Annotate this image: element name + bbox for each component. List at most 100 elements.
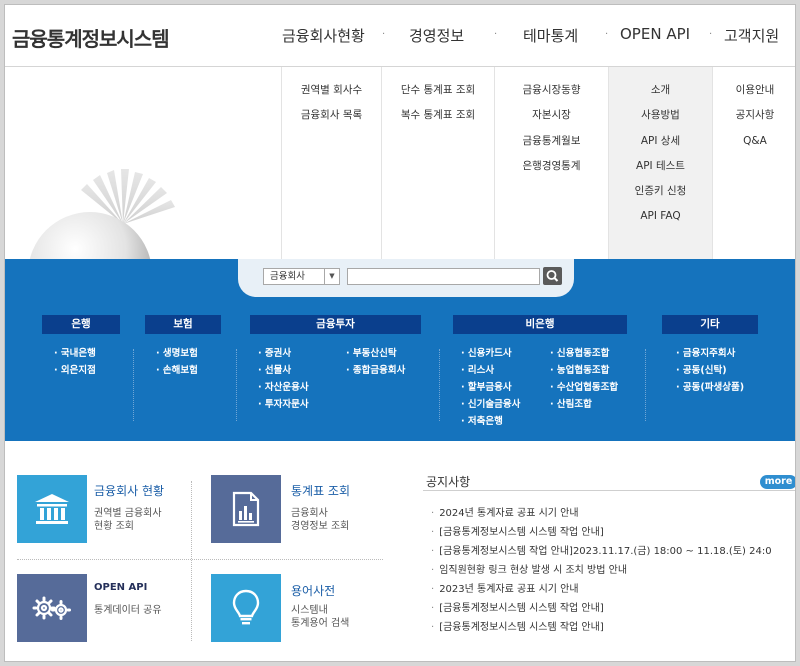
nav-separator: · <box>382 29 386 40</box>
notice-item[interactable]: · 2023년 통계자료 공표 시기 안내 <box>431 580 795 599</box>
bullet: · <box>431 584 435 595</box>
link-agri-coop[interactable]: · 농업협동조합 <box>550 362 609 376</box>
notice-item[interactable]: · [금융통계정보시스템 시스템 작업 안내] <box>431 523 795 542</box>
notice-item[interactable]: · 임직원현황 링크 현상 발생 시 조치 방법 안내 <box>431 561 795 580</box>
link-asset-management[interactable]: · 자산운용사 <box>258 379 309 393</box>
menu-item-regional-count[interactable]: 권역별 회사수 <box>282 78 381 103</box>
link-credit-card[interactable]: · 신용카드사 <box>461 345 512 359</box>
menu-item-multi-table[interactable]: 복수 통계표 조회 <box>382 103 494 128</box>
link-real-estate-trust[interactable]: · 부동산신탁 <box>346 345 397 359</box>
lightbulb-icon <box>232 589 260 625</box>
menu-col-theme: 금융시장동향 자본시장 금융통계월보 은행경영통계 <box>494 67 608 259</box>
category-band: 금융회사 ▼ 은행 보험 금융투자 비은행 기타 · 국내은행 · 외은지점 ·… <box>5 259 795 441</box>
menu-item-api-detail[interactable]: API 상세 <box>609 129 712 154</box>
menu-item-api-test[interactable]: API 테스트 <box>609 154 712 179</box>
menu-item-qna[interactable]: Q&A <box>713 129 795 154</box>
quick-company-status-desc: 권역별 금융회사 현황 조회 <box>94 508 162 532</box>
search-type-value: 금융회사 <box>270 271 305 282</box>
nav-theme-stats[interactable]: 테마통계 <box>523 25 578 46</box>
notice-list: · 2024년 통계자료 공표 시기 안내 · [금융통계정보시스템 시스템 작업 … <box>431 504 795 637</box>
site-logo[interactable]: 금융통계정보시스템 <box>12 23 170 52</box>
search-type-select[interactable]: 금융회사 ▼ <box>263 268 340 285</box>
header: 금융통계정보시스템 금융회사현황 · 경영정보 · 테마통계 · OPEN AP… <box>5 5 795 67</box>
notice-title: 공지사항 <box>426 475 471 489</box>
menu-item-usage[interactable]: 사용방법 <box>609 103 712 128</box>
menu-col-company: 권역별 회사수 금융회사 목록 <box>281 67 381 259</box>
menu-item-notice[interactable]: 공지사항 <box>713 103 795 128</box>
category-nonbank-header[interactable]: 비은행 <box>453 315 627 334</box>
bullet: · <box>431 603 435 614</box>
divider <box>191 481 192 641</box>
category-bank-header[interactable]: 은행 <box>42 315 120 334</box>
notice-item[interactable]: · [금융통계정보시스템 작업 안내]2023.11.17.(금) 18:00 ~… <box>431 542 795 561</box>
quick-glossary-title[interactable]: 용어사전 <box>291 582 335 599</box>
category-invest-header[interactable]: 금융투자 <box>250 315 421 334</box>
bullet: · <box>431 527 435 538</box>
link-futures[interactable]: · 선물사 <box>258 362 291 376</box>
notice-item[interactable]: · 2024년 통계자료 공표 시기 안내 <box>431 504 795 523</box>
menu-item-monthly-stats[interactable]: 금융통계월보 <box>495 129 608 154</box>
notice-item[interactable]: · [금융통계정보시스템 시스템 작업 안내] <box>431 618 795 637</box>
nav-company-status[interactable]: 금융회사현황 <box>282 25 365 46</box>
page: 금융통계정보시스템 금융회사현황 · 경영정보 · 테마통계 · OPEN AP… <box>4 4 796 662</box>
nav-separator: · <box>494 29 498 40</box>
menu-item-capital-market[interactable]: 자본시장 <box>495 103 608 128</box>
bank-building-icon <box>35 494 69 524</box>
link-nonlife-insurance[interactable]: · 손해보험 <box>156 362 198 376</box>
nav-open-api[interactable]: OPEN API <box>620 25 690 43</box>
quick-open-api-title[interactable]: OPEN API <box>94 582 147 593</box>
link-foreign-branch[interactable]: · 외은지점 <box>54 362 96 376</box>
quick-open-api-tile[interactable] <box>17 574 87 642</box>
menu-item-company-list[interactable]: 금융회사 목록 <box>282 103 381 128</box>
nav-customer-support[interactable]: 고객지원 <box>724 25 779 46</box>
link-domestic-bank[interactable]: · 국내은행 <box>54 345 96 359</box>
menu-item-auth-key[interactable]: 인증키 신청 <box>609 179 712 204</box>
menu-item-guide[interactable]: 이용안내 <box>713 78 795 103</box>
menu-item-intro[interactable]: 소개 <box>609 78 712 103</box>
quick-company-status-title[interactable]: 금융회사 현황 <box>94 482 164 499</box>
search-button[interactable] <box>543 267 562 285</box>
menu-item-single-table[interactable]: 단수 통계표 조회 <box>382 78 494 103</box>
link-new-tech-finance[interactable]: · 신기술금융사 <box>461 396 520 410</box>
link-common-derivatives[interactable]: · 공동(파생상품) <box>676 379 744 393</box>
nav-management-info[interactable]: 경영정보 <box>409 25 464 46</box>
link-savings-bank[interactable]: · 저축은행 <box>461 413 503 427</box>
quick-table-query-title[interactable]: 통계표 조회 <box>291 482 350 499</box>
chevron-down-icon[interactable]: ▼ <box>324 269 339 284</box>
link-life-insurance[interactable]: · 생명보험 <box>156 345 198 359</box>
quick-table-query-tile[interactable] <box>211 475 281 543</box>
link-financial-holding[interactable]: · 금융지주회사 <box>676 345 735 359</box>
menu-col-management: 단수 통계표 조회 복수 통계표 조회 <box>381 67 494 259</box>
mega-menu: 권역별 회사수 금융회사 목록 단수 통계표 조회 복수 통계표 조회 금융시장… <box>5 67 795 259</box>
category-insurance-header[interactable]: 보험 <box>145 315 221 334</box>
document-chart-icon <box>232 491 260 527</box>
nav-separator: · <box>709 29 713 40</box>
menu-item-bank-stats[interactable]: 은행경영통계 <box>495 154 608 179</box>
gears-icon <box>32 596 71 620</box>
notice-item[interactable]: · [금융통계정보시스템 시스템 작업 안내] <box>431 599 795 618</box>
bullet: · <box>431 622 435 633</box>
quick-open-api-desc: 통계데이터 공유 <box>94 605 162 616</box>
link-common-trust[interactable]: · 공동(신탁) <box>676 362 727 376</box>
menu-item-market-trend[interactable]: 금융시장동향 <box>495 78 608 103</box>
category-etc-header[interactable]: 기타 <box>662 315 758 334</box>
link-lease[interactable]: · 리스사 <box>461 362 494 376</box>
divider <box>439 349 440 421</box>
bullet: · <box>431 546 435 557</box>
menu-item-api-faq[interactable]: API FAQ <box>609 204 712 229</box>
quick-glossary-desc: 시스템내 통계용어 검색 <box>291 605 350 629</box>
search-bar: 금융회사 ▼ <box>238 259 574 297</box>
link-fisheries-coop[interactable]: · 수산업협동조합 <box>550 379 618 393</box>
link-securities[interactable]: · 증권사 <box>258 345 291 359</box>
notice-more-button[interactable]: more + <box>760 475 795 501</box>
link-merchant-bank[interactable]: · 종합금융회사 <box>346 362 405 376</box>
link-installment[interactable]: · 할부금융사 <box>461 379 512 393</box>
link-advisory[interactable]: · 투자자문사 <box>258 396 309 410</box>
link-forestry-coop[interactable]: · 산림조합 <box>550 396 592 410</box>
search-input[interactable] <box>347 268 540 285</box>
quick-glossary-tile[interactable] <box>211 574 281 642</box>
link-credit-union[interactable]: · 신용협동조합 <box>550 345 609 359</box>
divider <box>133 349 134 421</box>
divider <box>236 349 237 421</box>
quick-company-status-tile[interactable] <box>17 475 87 543</box>
